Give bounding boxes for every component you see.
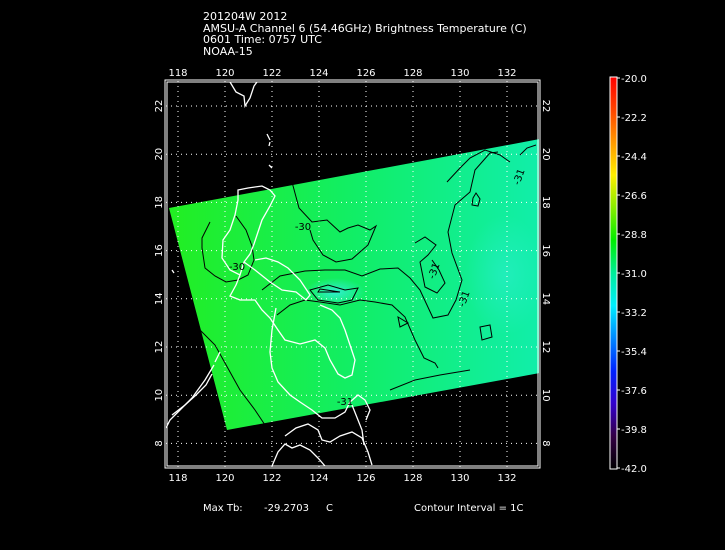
lon-tick-bottom: 132 — [497, 473, 516, 484]
lon-tick-top: 130 — [450, 68, 469, 79]
lat-tick-left: 18 — [154, 196, 165, 209]
cold-region-east — [465, 215, 539, 335]
colorbar-label: -20.0 — [621, 74, 647, 85]
max-tb-value: -29.2703 — [264, 503, 309, 514]
colorbar — [609, 76, 618, 470]
lat-tick-right: 22 — [540, 100, 551, 113]
lon-tick-top: 118 — [168, 68, 187, 79]
lat-tick-left: 16 — [154, 244, 165, 257]
lon-tick-bottom: 126 — [356, 473, 375, 484]
lat-tick-right: 16 — [540, 244, 551, 257]
lon-tick-bottom: 128 — [403, 473, 422, 484]
colorbar-label: -33.2 — [621, 308, 647, 319]
colorbar-label: -26.6 — [621, 191, 647, 202]
lat-tick-left: 12 — [154, 341, 165, 354]
colorbar-labels: -20.0 -22.2 -24.4 -26.6 -28.8 -31.0 -33.2 -35.4… — [617, 74, 647, 475]
colorbar-label: -22.2 — [621, 113, 647, 124]
lon-tick-top: 128 — [403, 68, 422, 79]
lon-tick-bottom: 118 — [168, 473, 187, 484]
lat-tick-left: 8 — [154, 440, 165, 446]
contour-interval: Contour Interval = 1C — [414, 503, 524, 514]
lat-tick-right: 12 — [540, 341, 551, 354]
lon-tick-top: 120 — [215, 68, 234, 79]
max-tb-unit: C — [326, 503, 333, 514]
lat-tick-right: 10 — [540, 389, 551, 402]
lon-tick-top: 126 — [356, 68, 375, 79]
lat-tick-left: 10 — [154, 389, 165, 402]
lon-tick-top: 122 — [262, 68, 281, 79]
colorbar-label: -24.4 — [621, 152, 647, 163]
lat-tick-left: 22 — [154, 100, 165, 113]
colorbar-label: -35.4 — [621, 347, 647, 358]
max-tb-label: Max Tb: — [203, 503, 243, 514]
colorbar-label: -28.8 — [621, 230, 647, 241]
contour-label: -30 — [295, 222, 311, 233]
colorbar-label: -37.6 — [621, 386, 647, 397]
brightness-temperature-map: -30-30-31-31-31-31 118118120120122122124… — [154, 68, 647, 484]
contour-label: -31 — [337, 397, 353, 408]
colorbar-label: -31.0 — [621, 269, 647, 280]
lon-tick-bottom: 122 — [262, 473, 281, 484]
lon-tick-bottom: 124 — [309, 473, 328, 484]
lon-tick-bottom: 130 — [450, 473, 469, 484]
lon-tick-top: 124 — [309, 68, 328, 79]
lat-tick-right: 18 — [540, 196, 551, 209]
lat-tick-left: 14 — [154, 292, 165, 305]
lat-tick-right: 8 — [540, 440, 551, 446]
lat-tick-left: 20 — [154, 148, 165, 161]
contour-label: -30 — [229, 262, 245, 273]
colorbar-label: -42.0 — [621, 464, 647, 475]
lat-tick-right: 14 — [540, 292, 551, 305]
lat-tick-right: 20 — [540, 148, 551, 161]
lon-tick-top: 132 — [497, 68, 516, 79]
lon-tick-bottom: 120 — [215, 473, 234, 484]
colorbar-label: -39.8 — [621, 425, 647, 436]
